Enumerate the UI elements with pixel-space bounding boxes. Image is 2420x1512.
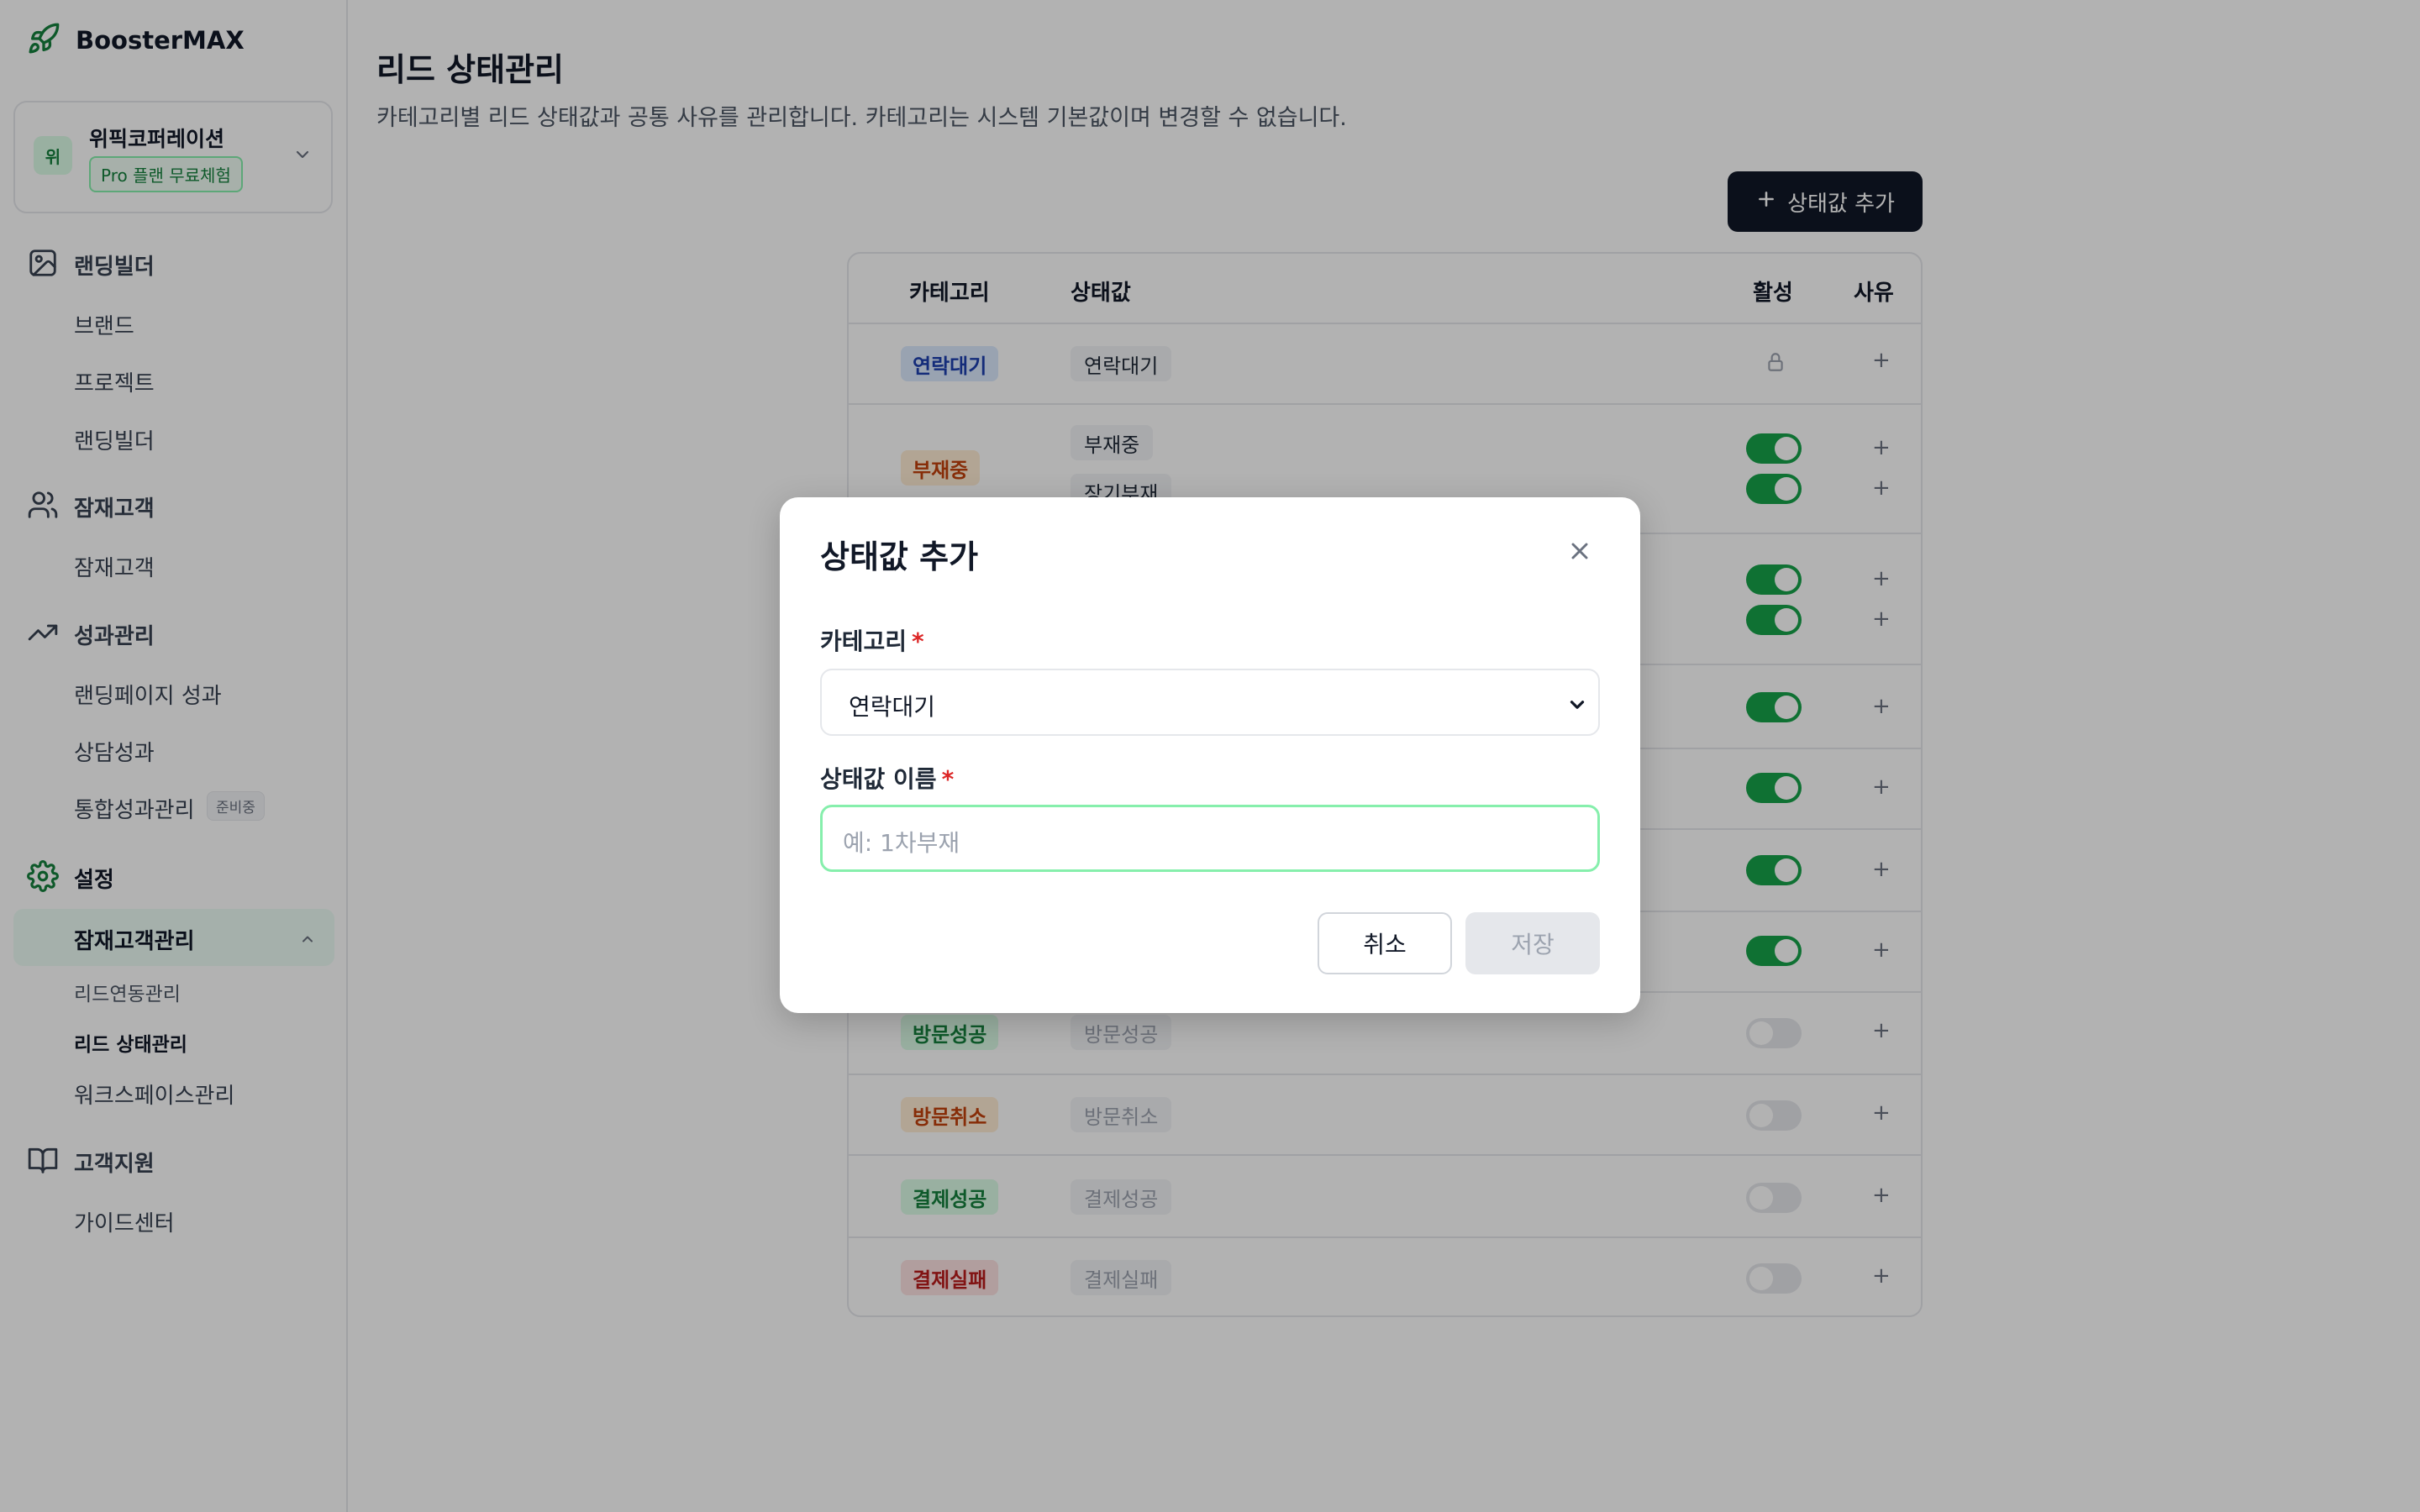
required-mark: * xyxy=(912,627,924,655)
modal-title: 상태값 추가 xyxy=(820,538,979,575)
category-field-label: 카테고리 * xyxy=(820,623,924,657)
required-mark: * xyxy=(941,765,955,793)
add-status-modal: 상태값 추가 카테고리 * 연락대기 상태값 이름 * 예: 1차부재 취소 저장 xyxy=(780,497,1640,1013)
close-icon[interactable] xyxy=(1566,538,1593,568)
status-name-input[interactable]: 예: 1차부재 xyxy=(820,805,1600,872)
status-name-field-label: 상태값 이름 * xyxy=(820,761,954,795)
status-name-placeholder: 예: 1차부재 xyxy=(843,829,960,857)
save-button[interactable]: 저장 xyxy=(1465,912,1600,974)
cancel-button[interactable]: 취소 xyxy=(1318,912,1452,974)
category-select[interactable]: 연락대기 xyxy=(820,669,1600,736)
status-name-label-text: 상태값 이름 xyxy=(820,765,937,793)
category-label-text: 카테고리 xyxy=(820,627,908,655)
chevron-down-icon xyxy=(1566,694,1588,719)
category-select-value: 연락대기 xyxy=(849,693,936,721)
